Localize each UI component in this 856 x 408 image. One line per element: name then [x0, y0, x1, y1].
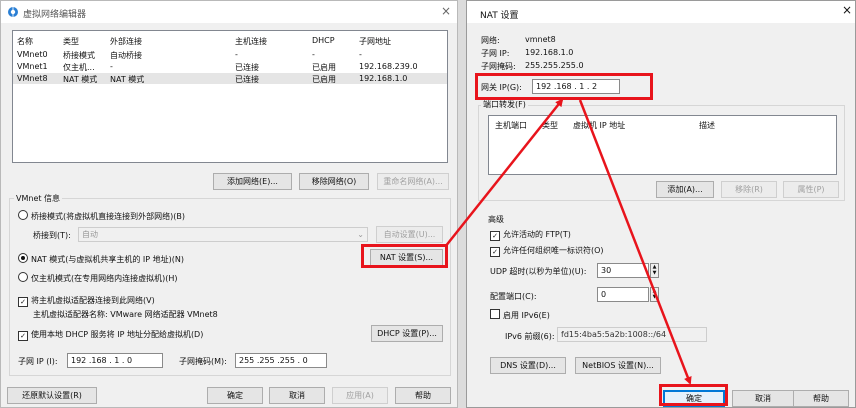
arrow-to-gateway	[444, 98, 564, 248]
arrow-to-ok	[578, 99, 692, 385]
annotation-arrows	[444, 98, 692, 385]
